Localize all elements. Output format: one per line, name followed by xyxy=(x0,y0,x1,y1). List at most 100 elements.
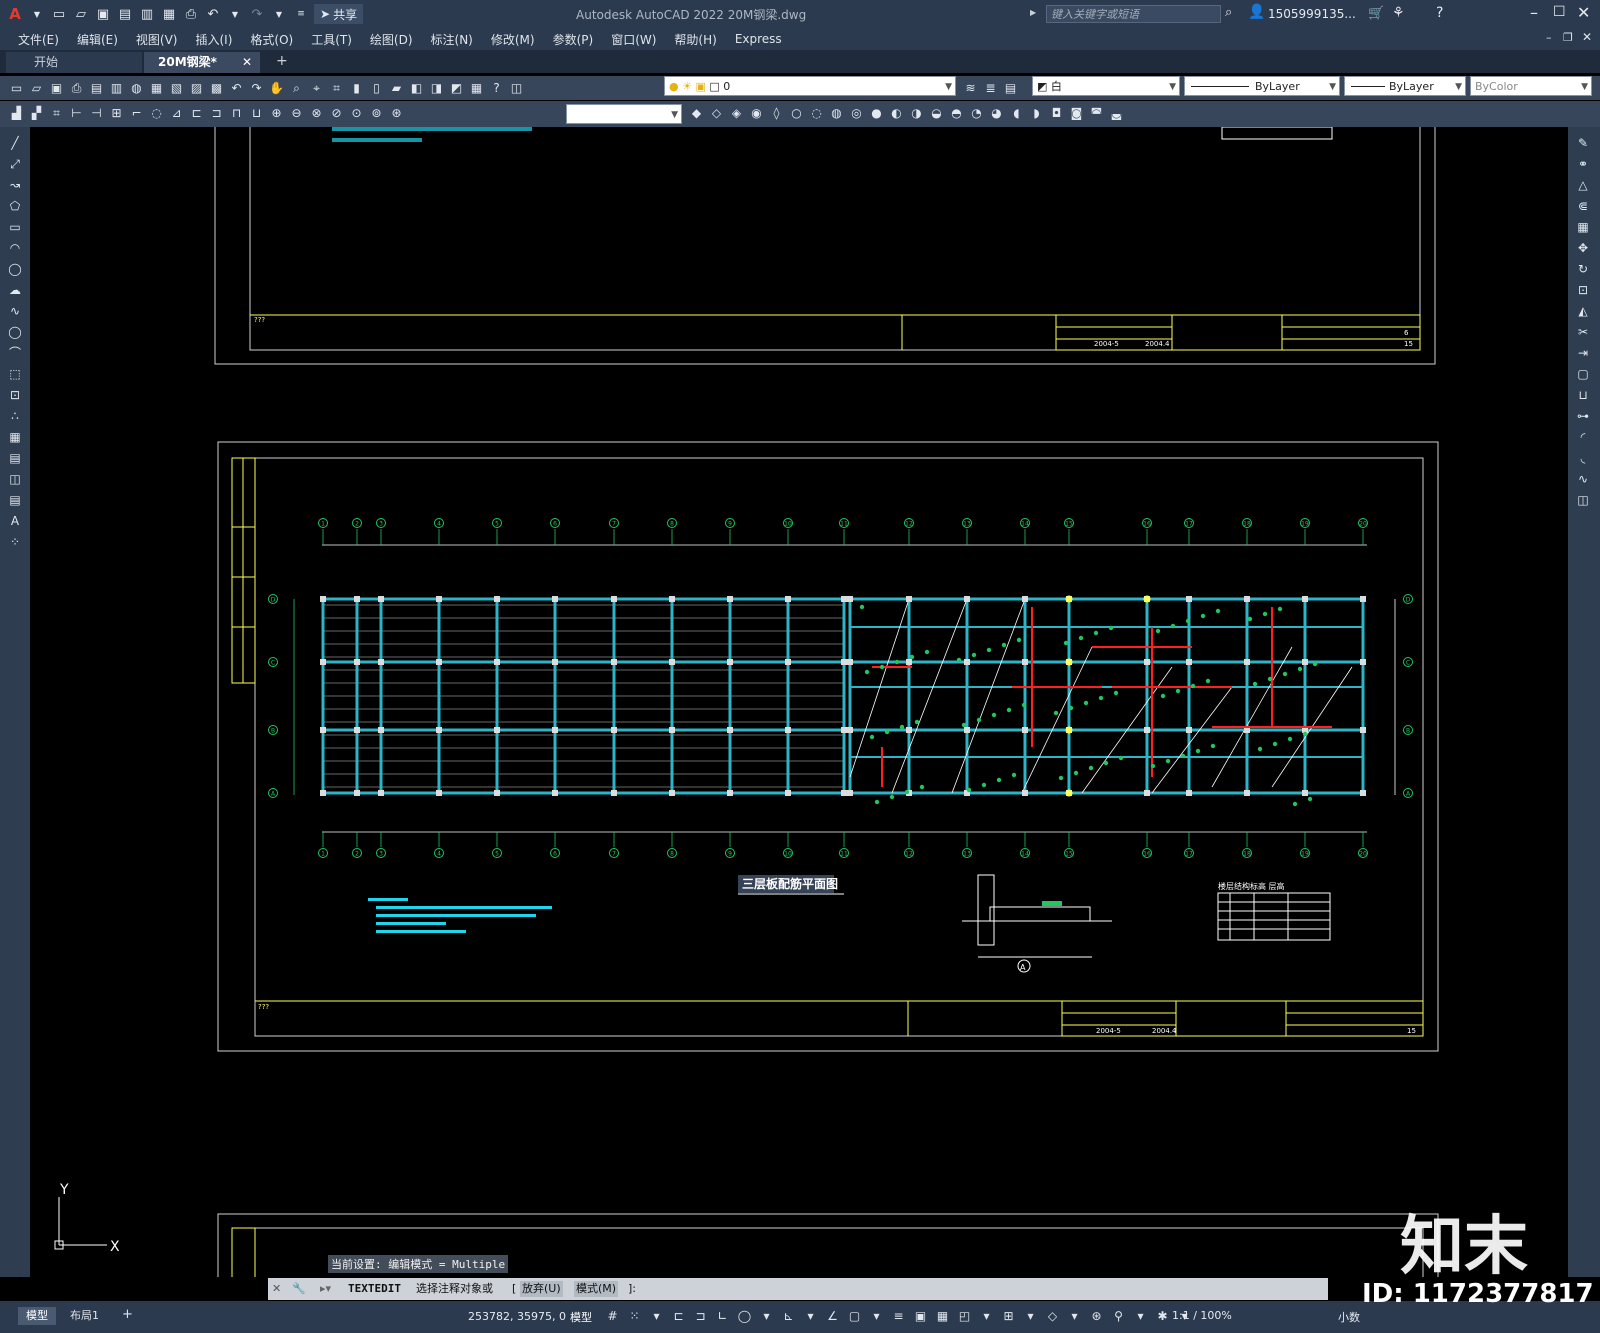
tool-icon[interactable]: ⊞ xyxy=(108,105,125,122)
tool-icon[interactable]: ▦ xyxy=(1572,219,1594,236)
tool-icon[interactable]: ▾ xyxy=(868,1307,885,1324)
tool-icon[interactable]: ⊔ xyxy=(248,105,265,122)
tool-icon[interactable]: ● xyxy=(868,105,885,122)
tool-icon[interactable]: ▨ xyxy=(188,80,205,97)
tool-icon[interactable]: ◘ xyxy=(1048,105,1065,122)
tool-icon[interactable]: ⌐ xyxy=(128,105,145,122)
tool-icon[interactable]: ◟ xyxy=(1572,450,1594,467)
tool-icon[interactable]: ▭ xyxy=(8,80,25,97)
tool-icon[interactable]: ⊡ xyxy=(4,387,26,404)
tab-layout1[interactable]: 布局1 xyxy=(62,1307,107,1325)
tool-icon[interactable]: ◕ xyxy=(988,105,1005,122)
tool-icon[interactable]: ▰ xyxy=(388,80,405,97)
linetype-dropdown[interactable]: ByLayer ▼ xyxy=(1184,76,1340,96)
doc-restore-icon[interactable]: ❐ xyxy=(1563,31,1573,44)
tool-icon[interactable]: ◌ xyxy=(808,105,825,122)
menu-tools[interactable]: 工具(T) xyxy=(311,31,352,48)
tool-icon[interactable]: ◑ xyxy=(908,105,925,122)
tool-icon[interactable]: ⊿ xyxy=(168,105,185,122)
tool-icon[interactable]: ⎙ xyxy=(68,80,85,97)
tool-icon[interactable]: ✱ xyxy=(1154,1307,1171,1324)
layer-previous-icon[interactable]: ≣ xyxy=(982,80,999,97)
tool-icon[interactable]: ◜ xyxy=(1572,429,1594,446)
tool-icon[interactable]: ⬚ xyxy=(4,366,26,383)
tool-icon[interactable]: ⁘ xyxy=(4,534,26,551)
layer-states-icon[interactable]: ▤ xyxy=(1002,80,1019,97)
tool-icon[interactable]: ✥ xyxy=(1572,240,1594,257)
tool-icon[interactable]: ⇥ xyxy=(1572,345,1594,362)
tool-icon[interactable]: ⊞ xyxy=(1000,1307,1017,1324)
tool-icon[interactable]: # xyxy=(604,1307,621,1324)
tool-icon[interactable]: ▾ xyxy=(648,1307,665,1324)
tool-icon[interactable]: ◚ xyxy=(1088,105,1105,122)
tool-icon[interactable]: ∿ xyxy=(4,303,26,320)
menu-view[interactable]: 视图(V) xyxy=(136,31,178,48)
close-tab-icon[interactable]: ✕ xyxy=(242,52,252,73)
tool-icon[interactable]: ☁ xyxy=(4,282,26,299)
tool-icon[interactable]: ⊢ xyxy=(68,105,85,122)
cart-icon[interactable]: 🛒 xyxy=(1368,6,1384,21)
tool-icon[interactable]: ↶ xyxy=(228,80,245,97)
tool-icon[interactable]: ⌖ xyxy=(308,80,325,97)
tool-icon[interactable]: ◎ xyxy=(848,105,865,122)
tool-icon[interactable]: ⊏ xyxy=(670,1307,687,1324)
tool-icon[interactable]: ◖ xyxy=(1008,105,1025,122)
minimize-icon[interactable]: – xyxy=(1530,3,1538,22)
tool-icon[interactable]: ◍ xyxy=(828,105,845,122)
tool-icon[interactable]: ◔ xyxy=(968,105,985,122)
tool-icon[interactable]: ↷ xyxy=(248,80,265,97)
save-icon[interactable]: ▣ xyxy=(94,5,112,23)
tool-icon[interactable]: ⚲ xyxy=(1110,1307,1127,1324)
tool-icon[interactable]: ∟ xyxy=(714,1307,731,1324)
tool-icon[interactable]: ◓ xyxy=(948,105,965,122)
new-tab-icon[interactable]: + xyxy=(276,53,288,69)
tool-icon[interactable]: ⤢ xyxy=(4,156,26,173)
tool-icon[interactable]: ▮ xyxy=(348,80,365,97)
tool-icon[interactable]: ▟ xyxy=(8,105,25,122)
tool-icon[interactable]: ▧ xyxy=(168,80,185,97)
tool-icon[interactable]: ⊐ xyxy=(692,1307,709,1324)
tool-icon[interactable]: ⊘ xyxy=(328,105,345,122)
tool-icon[interactable]: ◩ xyxy=(448,80,465,97)
customize-qat-icon[interactable]: ≡ xyxy=(292,5,310,23)
tool-icon[interactable]: ✂ xyxy=(1572,324,1594,341)
search-icon[interactable]: ⌕ xyxy=(1225,5,1232,20)
tool-icon[interactable]: ⚭ xyxy=(1572,156,1594,173)
tool-icon[interactable]: ⌗ xyxy=(48,105,65,122)
tool-icon[interactable]: ◯ xyxy=(736,1307,753,1324)
export-icon[interactable]: ▥ xyxy=(138,5,156,23)
tool-icon[interactable]: ◭ xyxy=(1572,303,1594,320)
lineweight-dropdown[interactable]: ByLayer ▼ xyxy=(1344,76,1466,96)
menu-file[interactable]: 文件(E) xyxy=(18,31,59,48)
search-input[interactable]: 键入关键字或短语 xyxy=(1046,5,1221,23)
tool-icon[interactable]: ▩ xyxy=(208,80,225,97)
tool-icon[interactable]: ◗ xyxy=(1028,105,1045,122)
tool-icon[interactable]: ⊚ xyxy=(368,105,385,122)
tool-icon[interactable]: ▤ xyxy=(88,80,105,97)
menu-window[interactable]: 窗口(W) xyxy=(611,31,656,48)
tool-icon[interactable]: ▾ xyxy=(802,1307,819,1324)
tool-icon[interactable]: ▞ xyxy=(28,105,45,122)
tool-icon[interactable]: ⊾ xyxy=(780,1307,797,1324)
app-menu-button[interactable]: A xyxy=(6,5,24,23)
tool-icon[interactable]: ◫ xyxy=(1572,492,1594,509)
maximize-icon[interactable]: ☐ xyxy=(1553,4,1566,20)
tool-icon[interactable]: ⌕ xyxy=(288,80,305,97)
tool-icon[interactable]: ▣ xyxy=(48,80,65,97)
tool-icon[interactable]: ▦ xyxy=(468,80,485,97)
menu-modify[interactable]: 修改(M) xyxy=(491,31,535,48)
tool-icon[interactable]: ▦ xyxy=(148,80,165,97)
tool-icon[interactable]: ▾ xyxy=(758,1307,775,1324)
tool-icon[interactable]: ◫ xyxy=(508,80,525,97)
menu-help[interactable]: 帮助(H) xyxy=(674,31,716,48)
menu-draw[interactable]: 绘图(D) xyxy=(370,31,413,48)
tool-icon[interactable]: ↝ xyxy=(4,177,26,194)
tool-icon[interactable]: ⊛ xyxy=(1088,1307,1105,1324)
doc-close-icon[interactable]: ✕ xyxy=(1582,30,1592,44)
tool-icon[interactable]: ▭ xyxy=(4,219,26,236)
layer-match-icon[interactable]: ≋ xyxy=(962,80,979,97)
tool-icon[interactable]: ⊣ xyxy=(88,105,105,122)
tool-icon[interactable]: △ xyxy=(1572,177,1594,194)
tool-icon[interactable]: ⊛ xyxy=(388,105,405,122)
menu-format[interactable]: 格式(O) xyxy=(250,31,293,48)
